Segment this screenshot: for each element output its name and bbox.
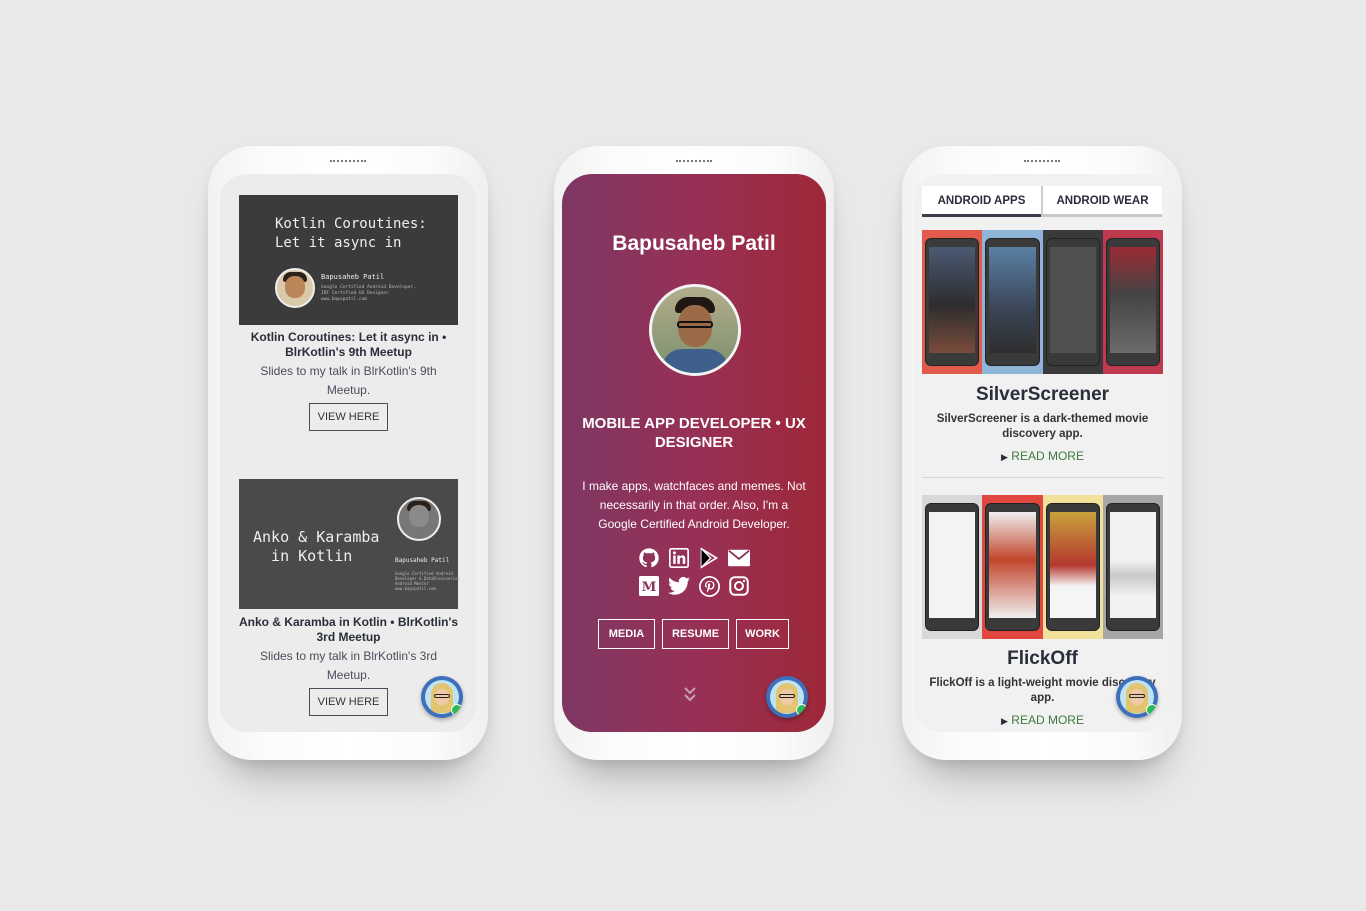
media-button[interactable]: MEDIA [598, 619, 655, 649]
phone-speaker [330, 160, 366, 164]
email-icon[interactable] [728, 547, 750, 569]
profile-role: MOBILE APP DEVELOPER • UX DESIGNER [582, 415, 806, 451]
profile-screen: Bapusaheb Patil MOBILE APP DEVELOPER • U… [562, 174, 826, 732]
slide-author: Bapusaheb Patil [395, 557, 450, 564]
twitter-icon[interactable] [668, 575, 690, 597]
phone-mockup-talks: Kotlin Coroutines: Let it async in Bapus… [208, 146, 488, 760]
talk-title: Anko & Karamba in Kotlin • BlrKotlin's 3… [238, 615, 459, 644]
play-arrow-icon: ▶ [1001, 452, 1008, 462]
pinterest-icon[interactable] [698, 575, 720, 597]
slide-thumbnail[interactable]: Anko & Karamba in Kotlin Bapusaheb Patil… [239, 479, 461, 609]
view-here-button[interactable]: VIEW HERE [309, 403, 388, 431]
social-icons-row-2: M [562, 575, 826, 597]
play-arrow-icon: ▶ [1001, 716, 1008, 726]
tab-android-apps[interactable]: ANDROID APPS [922, 186, 1041, 217]
app-name: FlickOff [1007, 648, 1078, 669]
github-icon[interactable] [638, 547, 660, 569]
app-description: SilverScreener is a dark-themed movie di… [936, 413, 1149, 440]
slide-author-meta: Google Certified Android Developer, IDF … [321, 285, 416, 302]
online-status-dot [1146, 704, 1158, 716]
app-name: SilverScreener [975, 384, 1110, 405]
phone-mockup-work: ANDROID APPS ANDROID WEAR SilverScreener… [902, 146, 1182, 760]
slide-thumbnail[interactable]: Kotlin Coroutines: Let it async in Bapus… [239, 195, 458, 325]
phone-mockup-profile: Bapusaheb Patil MOBILE APP DEVELOPER • U… [554, 146, 834, 760]
social-icons-row-1 [562, 547, 826, 569]
linkedin-icon[interactable] [668, 547, 690, 569]
work-tabs: ANDROID APPS ANDROID WEAR [922, 186, 1162, 217]
view-here-button[interactable]: VIEW HERE [309, 688, 388, 716]
tab-android-wear[interactable]: ANDROID WEAR [1041, 186, 1162, 217]
app-screenshots[interactable] [922, 230, 1163, 374]
online-status-dot [451, 704, 463, 716]
read-more-label: READ MORE [1011, 449, 1084, 463]
online-status-dot [796, 704, 808, 716]
profile-name: Bapusaheb Patil [612, 232, 776, 255]
google-play-icon[interactable] [698, 547, 720, 569]
slide-thumbnail-title: Kotlin Coroutines: Let it async in [275, 216, 427, 251]
chat-widget-button[interactable] [421, 676, 463, 718]
talk-description: Slides to my talk in BlrKotlin's 9th Mee… [260, 364, 437, 397]
svg-text:M: M [642, 579, 657, 595]
slide-thumbnail-title: Anko & Karamba in Kotlin [253, 528, 380, 565]
phone-speaker [676, 160, 712, 164]
app-screenshots[interactable] [922, 495, 1163, 639]
profile-bio: I make apps, watchfaces and memes. Not n… [582, 479, 806, 531]
read-more-label: READ MORE [1011, 713, 1084, 727]
work-screen: ANDROID APPS ANDROID WEAR SilverScreener… [914, 174, 1170, 732]
talk-title: Kotlin Coroutines: Let it async in • Blr… [250, 330, 447, 359]
profile-photo [649, 284, 741, 376]
divider [922, 477, 1163, 478]
read-more-link[interactable]: ▶ READ MORE [922, 449, 1163, 463]
speaker-avatar [397, 497, 441, 541]
phone-speaker [1024, 160, 1060, 164]
scroll-down-chevron-icon[interactable] [683, 686, 697, 707]
speaker-avatar [275, 268, 315, 308]
slide-author-meta: Google Certified Android Developer & Dat… [395, 571, 461, 591]
talks-screen: Kotlin Coroutines: Let it async in Bapus… [220, 174, 476, 732]
medium-icon[interactable]: M [638, 575, 660, 597]
instagram-icon[interactable] [728, 575, 750, 597]
work-button[interactable]: WORK [736, 619, 789, 649]
talk-description: Slides to my talk in BlrKotlin's 3rd Mee… [259, 649, 438, 682]
resume-button[interactable]: RESUME [662, 619, 729, 649]
chat-widget-button[interactable] [1116, 676, 1158, 718]
slide-author: Bapusaheb Patil [321, 273, 385, 281]
chat-widget-button[interactable] [766, 676, 808, 718]
